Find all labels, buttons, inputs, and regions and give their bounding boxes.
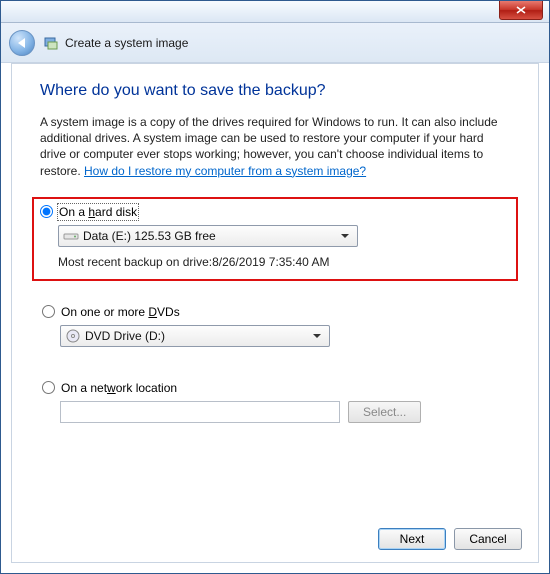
option-dvd-group: On one or more DVDs DVD Drive (D:) — [40, 303, 510, 353]
radio-network[interactable] — [42, 381, 55, 394]
radio-row-hard-disk[interactable]: On a hard disk — [40, 205, 506, 219]
radio-label-network: On a network location — [61, 381, 177, 395]
radio-hard-disk[interactable] — [40, 205, 53, 218]
back-arrow-icon — [18, 38, 25, 48]
radio-label-hard-disk: On a hard disk — [59, 205, 137, 219]
dialog-window: Create a system image Where do you want … — [0, 0, 550, 574]
content-panel: Where do you want to save the backup? A … — [11, 63, 539, 563]
dvd-selected: DVD Drive (D:) — [85, 329, 309, 343]
option-hard-disk-group: On a hard disk Data (E:) 125.53 GB free … — [32, 197, 518, 281]
hard-disk-selected: Data (E:) 125.53 GB free — [83, 229, 337, 243]
back-button[interactable] — [9, 30, 35, 56]
network-path-input[interactable] — [60, 401, 340, 423]
next-button[interactable]: Next — [378, 528, 446, 550]
radio-row-network[interactable]: On a network location — [42, 381, 504, 395]
recent-backup-text: Most recent backup on drive:8/26/2019 7:… — [58, 255, 506, 269]
footer-buttons: Next Cancel — [378, 528, 522, 550]
network-input-row: Select... — [60, 401, 504, 423]
chevron-down-icon — [341, 234, 349, 238]
close-icon — [516, 6, 526, 14]
help-link[interactable]: How do I restore my computer from a syst… — [84, 164, 366, 178]
radio-row-dvd[interactable]: On one or more DVDs — [42, 305, 504, 319]
chevron-down-icon — [313, 334, 321, 338]
window-title: Create a system image — [65, 36, 188, 50]
option-network-group: On a network location Select... — [40, 379, 510, 429]
drive-icon — [63, 228, 79, 244]
app-icon — [43, 35, 59, 51]
network-select-button[interactable]: Select... — [348, 401, 421, 423]
description-text: A system image is a copy of the drives r… — [40, 114, 510, 179]
page-heading: Where do you want to save the backup? — [40, 82, 510, 100]
radio-dvd[interactable] — [42, 305, 55, 318]
disc-icon — [65, 328, 81, 344]
close-button[interactable] — [499, 1, 543, 20]
titlebar — [1, 1, 549, 23]
hard-disk-dropdown[interactable]: Data (E:) 125.53 GB free — [58, 225, 358, 247]
header-bar: Create a system image — [1, 23, 549, 63]
cancel-button[interactable]: Cancel — [454, 528, 522, 550]
dvd-dropdown[interactable]: DVD Drive (D:) — [60, 325, 330, 347]
radio-label-dvd: On one or more DVDs — [61, 305, 180, 319]
